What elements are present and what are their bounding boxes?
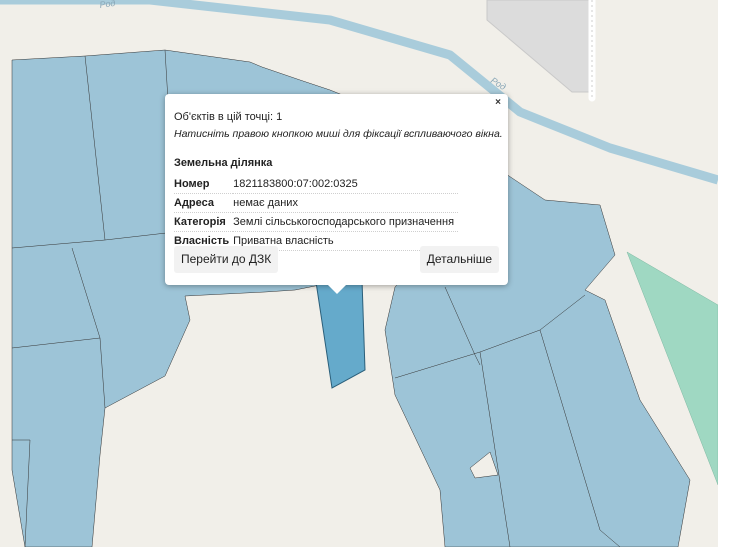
goto-dzk-button[interactable]: Перейти до ДЗК: [174, 246, 279, 273]
row-key-number: Номер: [174, 175, 234, 194]
details-button[interactable]: Детальніше: [419, 246, 499, 273]
popup-tip: [327, 284, 347, 294]
map-right-edge: [718, 0, 730, 547]
objects-count: Об'єктів в цій точці: 1: [174, 111, 283, 123]
row-value-category: Землі сільськогосподарського призначення: [233, 212, 459, 232]
row-key-category: Категорія: [174, 212, 234, 232]
popup-hint: Натисніть правою кнопкою миші для фіксац…: [174, 128, 503, 140]
row-value-address: немає даних: [233, 193, 459, 213]
feature-popup: × Об'єктів в цій точці: 1 Натисніть прав…: [165, 94, 508, 285]
close-icon[interactable]: ×: [495, 97, 501, 109]
row-key-address: Адреса: [174, 193, 234, 213]
table-row: Категорія Землі сільськогосподарського п…: [174, 212, 459, 232]
table-row: Номер 1821183800:07:002:0325: [174, 175, 459, 194]
row-value-number: 1821183800:07:002:0325: [233, 175, 459, 194]
parcel-info-table: Номер 1821183800:07:002:0325 Адреса нема…: [174, 175, 459, 251]
section-title: Земельна ділянка: [174, 157, 273, 169]
table-row: Адреса немає даних: [174, 193, 459, 213]
